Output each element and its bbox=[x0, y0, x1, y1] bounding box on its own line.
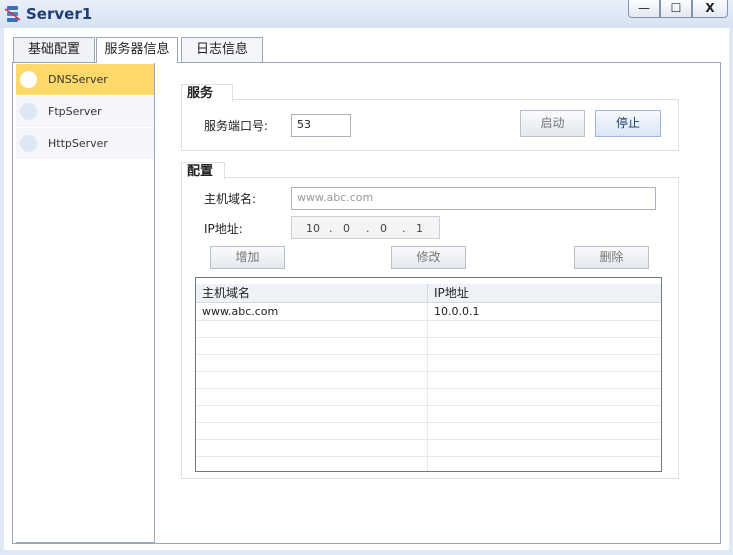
table-row[interactable] bbox=[196, 439, 661, 457]
port-input[interactable]: 53 bbox=[291, 114, 351, 137]
close-button[interactable]: X bbox=[692, 0, 728, 18]
cell-ip bbox=[428, 456, 661, 471]
minimize-button[interactable]: — bbox=[628, 0, 660, 18]
tab-server-info[interactable]: 服务器信息 bbox=[96, 37, 178, 63]
start-button[interactable]: 启动 bbox=[520, 110, 585, 137]
item-bullet-icon bbox=[20, 71, 37, 88]
dns-records-table[interactable]: 主机域名 IP地址 www.abc.com 10.0.0.1 bbox=[195, 277, 662, 472]
cell-host bbox=[196, 337, 428, 354]
cell-host bbox=[196, 422, 428, 439]
host-label: 主机域名: bbox=[204, 192, 257, 206]
sidebar-item-label: DNSServer bbox=[48, 73, 108, 86]
cell-host bbox=[196, 371, 428, 388]
table-row[interactable] bbox=[196, 405, 661, 423]
stop-button[interactable]: 停止 bbox=[595, 110, 661, 137]
ip-octet: 0 bbox=[380, 222, 387, 235]
table-row[interactable] bbox=[196, 422, 661, 440]
sidebar-item-ftp-server[interactable]: FtpServer bbox=[16, 96, 154, 127]
item-bullet-icon bbox=[20, 103, 37, 120]
cell-ip bbox=[428, 337, 661, 354]
table-row[interactable] bbox=[196, 337, 661, 355]
ip-label: IP地址: bbox=[204, 222, 243, 236]
add-button[interactable]: 增加 bbox=[210, 246, 285, 269]
sidebar-item-label: HttpServer bbox=[48, 137, 108, 150]
cell-ip bbox=[428, 371, 661, 388]
ip-separator: . bbox=[402, 222, 406, 235]
cell-host bbox=[196, 439, 428, 456]
ip-octet: 1 bbox=[416, 222, 423, 235]
cell-ip bbox=[428, 320, 661, 337]
cell-host: www.abc.com bbox=[196, 303, 428, 320]
tab-log-info[interactable]: 日志信息 bbox=[181, 37, 263, 62]
cell-host bbox=[196, 405, 428, 422]
cell-host bbox=[196, 320, 428, 337]
window-title: Server1 bbox=[26, 5, 93, 23]
config-group-title: 配置 bbox=[181, 162, 225, 180]
maximize-button[interactable]: ☐ bbox=[660, 0, 692, 18]
table-header: 主机域名 IP地址 bbox=[196, 284, 661, 303]
table-row[interactable]: www.abc.com 10.0.0.1 bbox=[196, 303, 661, 321]
ip-octet: 10 bbox=[306, 222, 320, 235]
ip-separator: . bbox=[366, 222, 370, 235]
cell-ip bbox=[428, 439, 661, 456]
ip-address-input[interactable]: 10 . 0 . 0 . 1 bbox=[291, 216, 440, 239]
cell-ip bbox=[428, 405, 661, 422]
sidebar-item-http-server[interactable]: HttpServer bbox=[16, 128, 154, 159]
cell-ip bbox=[428, 388, 661, 405]
cell-host bbox=[196, 456, 428, 471]
server-app-icon bbox=[4, 5, 22, 23]
table-row[interactable] bbox=[196, 320, 661, 338]
cell-ip: 10.0.0.1 bbox=[434, 305, 480, 318]
cell-ip bbox=[428, 354, 661, 371]
table-row[interactable] bbox=[196, 371, 661, 389]
item-bullet-icon bbox=[20, 135, 37, 152]
edit-button[interactable]: 修改 bbox=[391, 246, 466, 269]
sidebar-item-dns-server[interactable]: DNSServer bbox=[16, 64, 154, 95]
table-row[interactable] bbox=[196, 354, 661, 372]
sidebar-item-label: FtpServer bbox=[48, 105, 102, 118]
ip-separator: . bbox=[329, 222, 333, 235]
column-header-host[interactable]: 主机域名 bbox=[196, 284, 428, 302]
service-group-title: 服务 bbox=[181, 84, 233, 102]
tab-basic-config[interactable]: 基础配置 bbox=[13, 37, 95, 62]
title-bar bbox=[0, 0, 733, 28]
column-header-ip[interactable]: IP地址 bbox=[428, 284, 661, 302]
port-label: 服务端口号: bbox=[204, 119, 269, 133]
table-row[interactable] bbox=[196, 456, 661, 471]
host-domain-input[interactable]: www.abc.com bbox=[291, 187, 656, 210]
cell-host bbox=[196, 388, 428, 405]
table-row[interactable] bbox=[196, 388, 661, 406]
cell-ip bbox=[428, 422, 661, 439]
ip-octet: 0 bbox=[343, 222, 350, 235]
delete-button[interactable]: 删除 bbox=[574, 246, 649, 269]
cell-host bbox=[196, 354, 428, 371]
